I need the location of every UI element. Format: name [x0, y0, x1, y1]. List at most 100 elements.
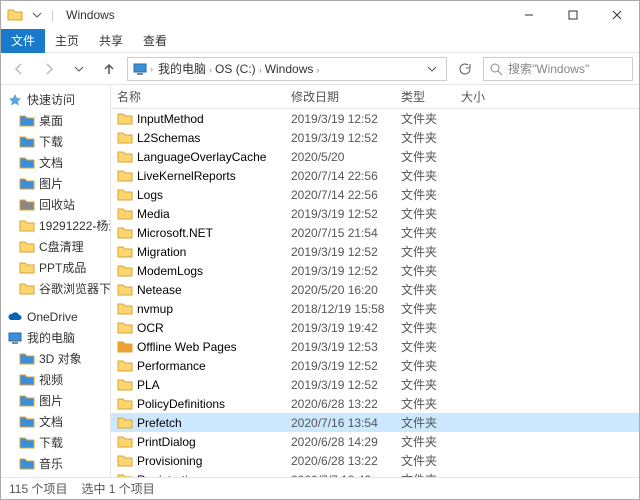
chevron-right-icon: › [316, 65, 319, 75]
ribbon-tabs: 文件 主页 共享 查看 [1, 29, 639, 53]
recent-button[interactable] [67, 57, 91, 81]
sidebar-item[interactable]: 文档 [1, 411, 110, 432]
file-type: 文件夹 [401, 224, 461, 241]
sidebar-label: 下载 [39, 133, 63, 150]
sidebar-item[interactable]: C盘清理 [1, 236, 110, 257]
title-bar: | Windows [1, 1, 639, 29]
sidebar-item[interactable]: 谷歌浏览器下载 [1, 278, 110, 299]
doc-icon [19, 155, 35, 171]
file-type: 文件夹 [401, 300, 461, 317]
back-button[interactable] [7, 57, 31, 81]
col-name[interactable]: 名称 [111, 88, 291, 105]
sidebar-item[interactable]: 图片 [1, 173, 110, 194]
file-date: 2019/3/19 12:53 [291, 340, 401, 354]
file-row[interactable]: PrintDialog2020/6/28 14:29文件夹 [111, 432, 639, 451]
sidebar-label: 文档 [39, 413, 63, 430]
breadcrumb-segments[interactable]: 我的电脑›OS (C:)›Windows› [155, 60, 319, 77]
star-icon [7, 92, 23, 108]
sidebar-label: 19291222-杨涵 [39, 217, 111, 234]
file-row[interactable]: Logs2020/7/14 22:56文件夹 [111, 185, 639, 204]
file-row[interactable]: Netease2020/5/20 16:20文件夹 [111, 280, 639, 299]
sidebar-item[interactable]: 音乐 [1, 453, 110, 474]
file-row[interactable]: Migration2019/3/19 12:52文件夹 [111, 242, 639, 261]
file-row[interactable]: OCR2019/3/19 19:42文件夹 [111, 318, 639, 337]
file-row[interactable]: LanguageOverlayCache2020/5/20文件夹 [111, 147, 639, 166]
close-button[interactable] [595, 1, 639, 29]
down-icon[interactable] [29, 7, 45, 23]
breadcrumb[interactable]: › 我的电脑›OS (C:)›Windows› [127, 57, 447, 81]
bin-icon [19, 197, 35, 213]
file-list[interactable]: InputMethod 2019/3/19 12:52 文件夹 L2Schemas20… [111, 109, 639, 477]
sidebar-item[interactable]: 下载 [1, 432, 110, 453]
file-name: LanguageOverlayCache [137, 150, 266, 164]
sidebar-item[interactable]: 3D 对象 [1, 348, 110, 369]
video-icon [19, 372, 35, 388]
divider: | [51, 8, 54, 22]
file-date: 2020/6/28 13:22 [291, 397, 401, 411]
sidebar-label: 图片 [39, 392, 63, 409]
share-tab[interactable]: 共享 [89, 29, 133, 53]
file-date: 2019/3/19 12:52 [291, 112, 401, 126]
maximize-button[interactable] [551, 1, 595, 29]
sidebar-item[interactable]: 回收站 [1, 194, 110, 215]
file-type: 文件夹 [401, 205, 461, 222]
3d-icon [19, 351, 35, 367]
sidebar-label: 文档 [39, 154, 63, 171]
breadcrumb-seg[interactable]: 我的电脑 [155, 62, 209, 76]
folder-icon [19, 239, 35, 255]
file-row[interactable]: Media2019/3/19 12:52文件夹 [111, 204, 639, 223]
home-tab[interactable]: 主页 [45, 29, 89, 53]
view-tab[interactable]: 查看 [133, 29, 177, 53]
status-bar: 115 个项目 选中 1 个项目 [1, 477, 639, 499]
sidebar-group[interactable]: OneDrive [1, 307, 110, 327]
file-name: Provisioning [137, 454, 202, 468]
sidebar-item[interactable]: 图片 [1, 390, 110, 411]
file-row[interactable]: Offline Web Pages2019/3/19 12:53文件夹 [111, 337, 639, 356]
breadcrumb-seg[interactable]: Windows [262, 62, 317, 76]
file-row[interactable]: LiveKernelReports2020/7/14 22:56文件夹 [111, 166, 639, 185]
file-name: Performance [137, 359, 206, 373]
search-input[interactable]: 搜索"Windows" [483, 57, 633, 81]
up-button[interactable] [97, 57, 121, 81]
file-row[interactable]: InputMethod2019/3/19 12:52文件夹 [111, 109, 639, 128]
file-row[interactable]: PLA2019/3/19 12:52文件夹 [111, 375, 639, 394]
file-name: Logs [137, 188, 163, 202]
folder-icon [117, 282, 133, 298]
forward-button[interactable] [37, 57, 61, 81]
file-type: 文件夹 [401, 262, 461, 279]
folder-icon [19, 260, 35, 276]
chevron-down-icon[interactable] [422, 64, 442, 74]
file-row[interactable]: L2Schemas2019/3/19 12:52文件夹 [111, 128, 639, 147]
sidebar-item[interactable]: PPT成品 [1, 257, 110, 278]
file-row[interactable]: PolicyDefinitions2020/6/28 13:22文件夹 [111, 394, 639, 413]
folder-icon [117, 130, 133, 146]
file-tab[interactable]: 文件 [1, 29, 45, 53]
file-row[interactable]: Registration2020/7/7 19:42文件夹 [111, 470, 639, 477]
refresh-button[interactable] [453, 57, 477, 81]
file-row[interactable]: Microsoft.NET2020/7/15 21:54文件夹 [111, 223, 639, 242]
file-name: Offline Web Pages [137, 340, 237, 354]
col-size[interactable]: 大小 [461, 88, 521, 105]
file-row[interactable]: ModemLogs2019/3/19 12:52文件夹 [111, 261, 639, 280]
sidebar-group[interactable]: 我的电脑 [1, 327, 110, 348]
sidebar-label: PPT成品 [39, 259, 86, 276]
column-headers[interactable]: 名称 修改日期 类型 大小 [111, 85, 639, 109]
file-name: InputMethod [137, 112, 204, 126]
file-row[interactable]: Prefetch2020/7/16 13:54文件夹 [111, 413, 639, 432]
file-row[interactable]: Provisioning2020/6/28 13:22文件夹 [111, 451, 639, 470]
col-type[interactable]: 类型 [401, 88, 461, 105]
minimize-button[interactable] [507, 1, 551, 29]
sidebar-label: 图片 [39, 175, 63, 192]
file-row[interactable]: nvmup2018/12/19 15:58文件夹 [111, 299, 639, 318]
navigation-pane[interactable]: 快速访问桌面下载文档图片回收站19291222-杨涵C盘清理PPT成品谷歌浏览器… [1, 85, 111, 477]
file-row[interactable]: Performance2019/3/19 12:52文件夹 [111, 356, 639, 375]
sidebar-item[interactable]: 文档 [1, 152, 110, 173]
breadcrumb-seg[interactable]: OS (C:) [212, 62, 259, 76]
sidebar-item[interactable]: 下载 [1, 131, 110, 152]
sidebar-item[interactable]: 桌面 [1, 110, 110, 131]
file-date: 2020/6/28 14:29 [291, 435, 401, 449]
sidebar-item[interactable]: 19291222-杨涵 [1, 215, 110, 236]
col-date[interactable]: 修改日期 [291, 88, 401, 105]
sidebar-item[interactable]: 视频 [1, 369, 110, 390]
sidebar-group[interactable]: 快速访问 [1, 89, 110, 110]
